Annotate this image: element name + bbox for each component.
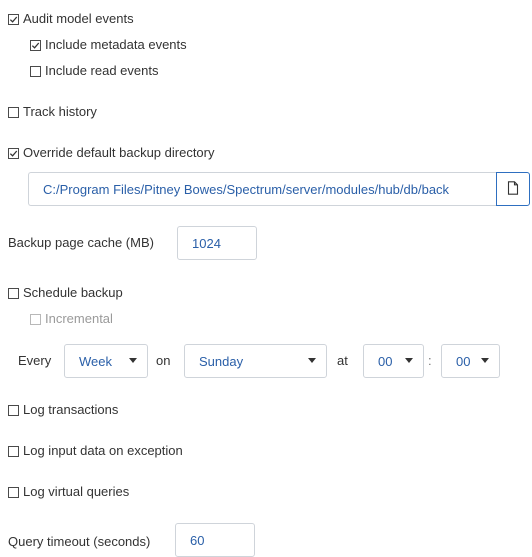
schedule-backup-checkbox[interactable]: Schedule backup xyxy=(8,286,123,300)
include-read-events-label: Include read events xyxy=(45,63,159,78)
audit-model-events-label: Audit model events xyxy=(23,11,134,26)
log-transactions-label: Log transactions xyxy=(23,402,119,417)
include-metadata-events-label: Include metadata events xyxy=(45,37,187,52)
backup-page-cache-input[interactable]: 1024 xyxy=(177,226,257,260)
checkbox-empty-icon xyxy=(8,287,19,299)
include-read-events-checkbox[interactable]: Include read events xyxy=(30,64,158,78)
minute-value: 00 xyxy=(456,353,471,369)
checkbox-empty-icon xyxy=(8,445,19,457)
log-input-data-checkbox[interactable]: Log input data on exception xyxy=(8,444,183,458)
checkmark-icon xyxy=(30,39,41,51)
incremental-label: Incremental xyxy=(45,311,113,326)
log-input-data-label: Log input data on exception xyxy=(23,443,183,458)
period-select[interactable]: Week xyxy=(64,344,148,378)
backup-page-cache-label: Backup page cache (MB) xyxy=(8,235,154,250)
backup-directory-value: C:/Program Files/Pitney Bowes/Spectrum/s… xyxy=(43,181,450,197)
checkbox-empty-icon xyxy=(8,404,19,416)
query-timeout-value: 60 xyxy=(190,532,205,548)
schedule-backup-label: Schedule backup xyxy=(23,285,123,300)
incremental-checkbox[interactable]: Incremental xyxy=(30,312,113,326)
log-virtual-queries-label: Log virtual queries xyxy=(23,484,130,499)
checkmark-icon xyxy=(8,147,19,159)
audit-model-events-checkbox[interactable]: Audit model events xyxy=(8,12,134,26)
track-history-checkbox[interactable]: Track history xyxy=(8,105,97,119)
file-icon xyxy=(507,180,519,198)
override-backup-directory-checkbox[interactable]: Override default backup directory xyxy=(8,146,214,160)
at-label: at xyxy=(337,353,348,368)
include-metadata-events-checkbox[interactable]: Include metadata events xyxy=(30,38,187,52)
override-backup-directory-label: Override default backup directory xyxy=(23,145,215,160)
on-label: on xyxy=(156,353,171,368)
hour-value: 00 xyxy=(378,353,393,369)
minute-select[interactable]: 00 xyxy=(441,344,500,378)
query-timeout-input[interactable]: 60 xyxy=(175,523,255,557)
caret-down-icon xyxy=(481,358,489,363)
checkmark-icon xyxy=(8,13,19,25)
log-transactions-checkbox[interactable]: Log transactions xyxy=(8,403,118,417)
backup-directory-input[interactable]: C:/Program Files/Pitney Bowes/Spectrum/s… xyxy=(28,172,496,206)
day-value: Sunday xyxy=(199,353,244,369)
checkbox-empty-icon xyxy=(30,65,41,77)
hour-select[interactable]: 00 xyxy=(363,344,424,378)
caret-down-icon xyxy=(129,358,137,363)
track-history-label: Track history xyxy=(23,104,97,119)
checkbox-empty-icon xyxy=(30,313,41,325)
every-label: Every xyxy=(18,353,52,368)
log-virtual-queries-checkbox[interactable]: Log virtual queries xyxy=(8,485,129,499)
checkbox-empty-icon xyxy=(8,486,19,498)
checkbox-empty-icon xyxy=(8,106,19,118)
caret-down-icon xyxy=(308,358,316,363)
day-select[interactable]: Sunday xyxy=(184,344,327,378)
browse-directory-button[interactable] xyxy=(496,172,530,206)
time-separator: : xyxy=(428,353,432,368)
period-value: Week xyxy=(79,353,112,369)
query-timeout-label: Query timeout (seconds) xyxy=(8,534,151,549)
caret-down-icon xyxy=(405,358,413,363)
backup-page-cache-value: 1024 xyxy=(192,235,221,251)
